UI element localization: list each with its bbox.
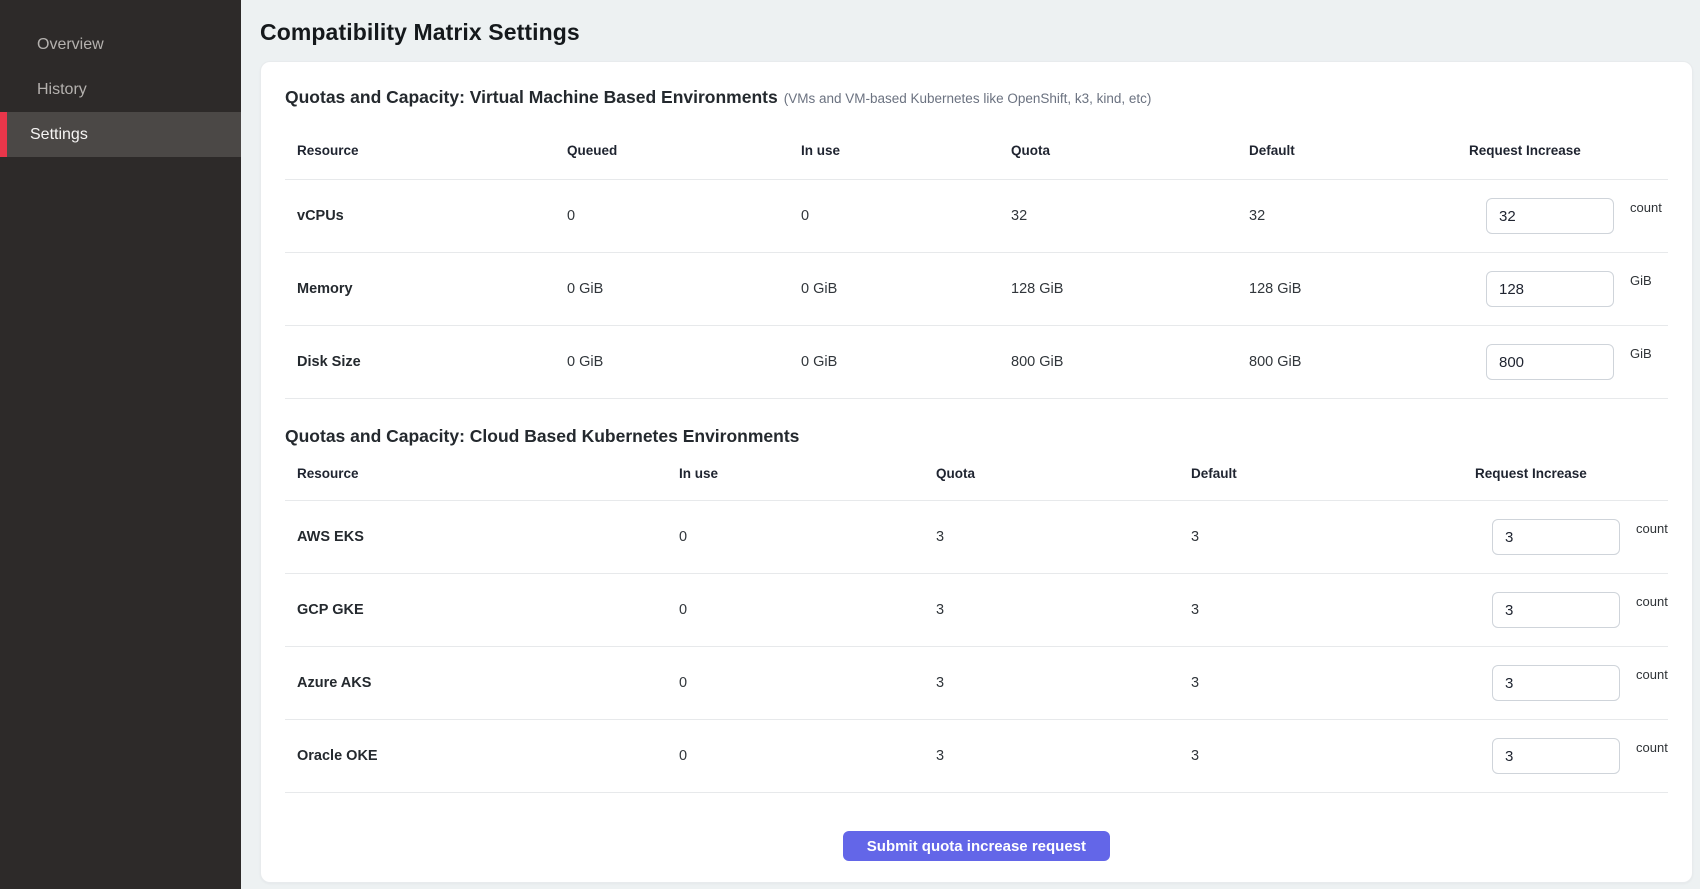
table-row: GCP GKE033count <box>285 574 1668 647</box>
unit-label: GiB <box>1630 273 1652 288</box>
table-row: Memory0 GiB0 GiB128 GiB128 GiBGiB <box>285 253 1668 326</box>
cell-in-use: 0 <box>679 602 936 618</box>
column-header-request-increase: Request Increase <box>1469 143 1668 158</box>
cell-quota: 32 <box>1011 208 1249 224</box>
cloud-quota-table: ResourceIn useQuotaDefaultRequest Increa… <box>285 447 1668 793</box>
cell-default: 128 GiB <box>1249 281 1469 297</box>
sidebar-item-history[interactable]: History <box>0 67 241 112</box>
unit-label: count <box>1636 740 1668 755</box>
request-increase-cell: count <box>1475 738 1668 774</box>
quota-increase-input[interactable] <box>1492 519 1620 555</box>
column-header-quota: Quota <box>936 466 1191 481</box>
quotas-card: Quotas and Capacity: Virtual Machine Bas… <box>260 61 1693 883</box>
request-increase-cell: count <box>1475 665 1668 701</box>
column-header-resource: Resource <box>297 143 567 158</box>
column-header-resource: Resource <box>297 466 679 481</box>
main-content: Compatibility Matrix Settings Quotas and… <box>241 0 1700 889</box>
cell-in-use: 0 <box>801 208 1011 224</box>
table-row: AWS EKS033count <box>285 501 1668 574</box>
cell-quota: 3 <box>936 748 1191 764</box>
section-title-text: Quotas and Capacity: Cloud Based Kuberne… <box>285 426 799 446</box>
resource-name: Memory <box>297 281 567 297</box>
cell-default: 32 <box>1249 208 1469 224</box>
section-title-text: Quotas and Capacity: Virtual Machine Bas… <box>285 87 778 107</box>
cell-quota: 3 <box>936 602 1191 618</box>
table-row: Disk Size0 GiB0 GiB800 GiB800 GiBGiB <box>285 326 1668 399</box>
column-header-quota: Quota <box>1011 143 1249 158</box>
cell-default: 3 <box>1191 602 1475 618</box>
table-body: AWS EKS033countGCP GKE033countAzure AKS0… <box>285 501 1668 793</box>
submit-area: Submit quota increase request <box>285 793 1668 861</box>
cell-quota: 3 <box>936 529 1191 545</box>
resource-name: Azure AKS <box>297 675 679 691</box>
section-vm-environments: Quotas and Capacity: Virtual Machine Bas… <box>285 86 1668 399</box>
cell-in-use: 0 GiB <box>801 281 1011 297</box>
section-title: Quotas and Capacity: Virtual Machine Bas… <box>285 86 1668 110</box>
sidebar-item-overview[interactable]: Overview <box>0 22 241 67</box>
table-body: vCPUs003232countMemory0 GiB0 GiB128 GiB1… <box>285 180 1668 399</box>
resource-name: vCPUs <box>297 208 567 224</box>
cell-quota: 3 <box>936 675 1191 691</box>
request-increase-cell: GiB <box>1469 271 1668 307</box>
column-header-default: Default <box>1191 466 1475 481</box>
submit-quota-increase-button[interactable]: Submit quota increase request <box>843 831 1110 861</box>
unit-label: count <box>1636 594 1668 609</box>
column-header-request-increase: Request Increase <box>1475 466 1668 481</box>
unit-label: count <box>1630 200 1662 215</box>
vm-quota-table: ResourceQueuedIn useQuotaDefaultRequest … <box>285 122 1668 399</box>
request-increase-cell: count <box>1475 592 1668 628</box>
cell-in-use: 0 <box>679 748 936 764</box>
cell-default: 3 <box>1191 748 1475 764</box>
cell-quota: 800 GiB <box>1011 354 1249 370</box>
quota-increase-input[interactable] <box>1492 592 1620 628</box>
cell-in-use: 0 GiB <box>801 354 1011 370</box>
request-increase-cell: GiB <box>1469 344 1668 380</box>
table-row: Oracle OKE033count <box>285 720 1668 793</box>
cell-queued: 0 GiB <box>567 281 801 297</box>
table-header-row: ResourceIn useQuotaDefaultRequest Increa… <box>285 447 1668 501</box>
section-title: Quotas and Capacity: Cloud Based Kuberne… <box>285 425 1668 447</box>
cell-quota: 128 GiB <box>1011 281 1249 297</box>
cell-queued: 0 <box>567 208 801 224</box>
unit-label: GiB <box>1630 346 1652 361</box>
unit-label: count <box>1636 521 1668 536</box>
column-header-queued: Queued <box>567 143 801 158</box>
section-cloud-kubernetes: Quotas and Capacity: Cloud Based Kuberne… <box>285 425 1668 793</box>
table-header-row: ResourceQueuedIn useQuotaDefaultRequest … <box>285 122 1668 180</box>
unit-label: count <box>1636 667 1668 682</box>
cell-default: 3 <box>1191 675 1475 691</box>
request-increase-cell: count <box>1469 198 1668 234</box>
table-row: vCPUs003232count <box>285 180 1668 253</box>
quota-increase-input[interactable] <box>1486 271 1614 307</box>
resource-name: Oracle OKE <box>297 748 679 764</box>
cell-default: 800 GiB <box>1249 354 1469 370</box>
cell-in-use: 0 <box>679 529 936 545</box>
cell-queued: 0 GiB <box>567 354 801 370</box>
table-row: Azure AKS033count <box>285 647 1668 720</box>
quota-increase-input[interactable] <box>1486 344 1614 380</box>
section-title-note: (VMs and VM-based Kubernetes like OpenSh… <box>784 91 1152 106</box>
column-header-default: Default <box>1249 143 1469 158</box>
cell-in-use: 0 <box>679 675 936 691</box>
quota-increase-input[interactable] <box>1486 198 1614 234</box>
quota-increase-input[interactable] <box>1492 738 1620 774</box>
resource-name: GCP GKE <box>297 602 679 618</box>
sidebar: Overview History Settings <box>0 0 241 889</box>
column-header-in-use: In use <box>801 143 1011 158</box>
resource-name: Disk Size <box>297 354 567 370</box>
cell-default: 3 <box>1191 529 1475 545</box>
resource-name: AWS EKS <box>297 529 679 545</box>
column-header-in-use: In use <box>679 466 936 481</box>
page-title: Compatibility Matrix Settings <box>260 18 1693 46</box>
request-increase-cell: count <box>1475 519 1668 555</box>
quota-increase-input[interactable] <box>1492 665 1620 701</box>
sidebar-item-settings[interactable]: Settings <box>0 112 241 157</box>
